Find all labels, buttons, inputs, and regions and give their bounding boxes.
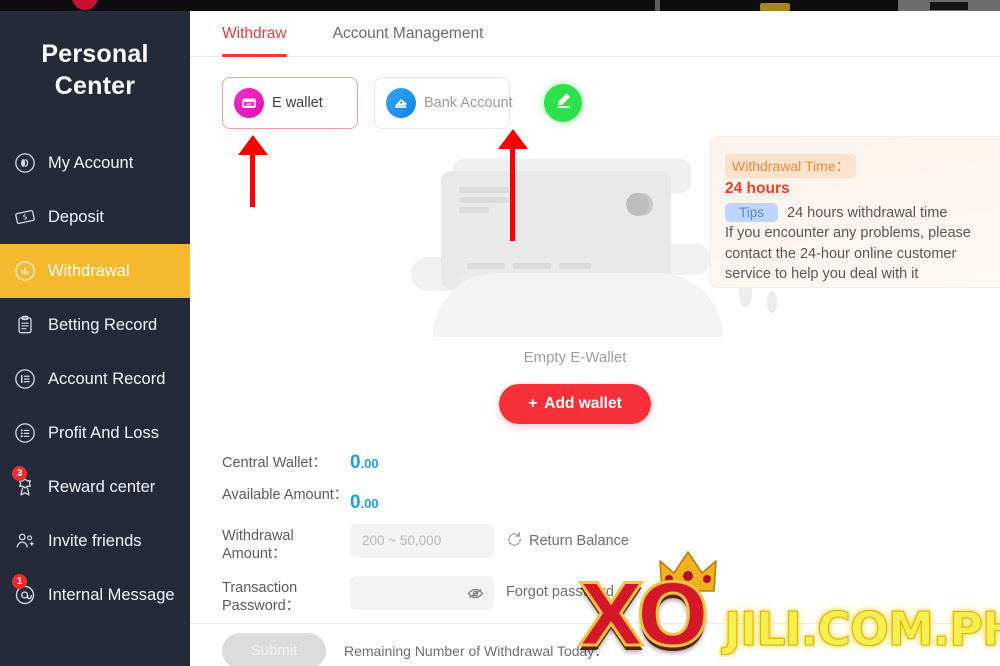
central-wallet-label: Central Wallet： xyxy=(222,455,328,471)
hill-shape xyxy=(433,273,723,337)
remaining-withdrawals-text: Remaining Number of Withdrawal Today： xyxy=(344,642,609,659)
bullets-icon xyxy=(14,422,36,444)
bank-card-icon xyxy=(386,88,416,118)
card-front-shape xyxy=(441,171,671,289)
transaction-password-label: Transaction Password： xyxy=(222,579,301,615)
tips-body-text: If you encounter any problems, please co… xyxy=(725,225,971,283)
sidebar-item-withdrawal[interactable]: Withdrawal xyxy=(0,244,190,298)
sidebar-item-label: Account Record xyxy=(48,369,166,388)
withdrawal-amount-label: Withdrawal Amount： xyxy=(222,527,294,563)
sidebar-item-profit-and-loss[interactable]: Profit And Loss xyxy=(0,406,190,460)
top-strip-gold-marker xyxy=(760,3,790,11)
tips-heading: Withdrawal Time： xyxy=(725,154,857,178)
withdrawal-amount-row: Withdrawal Amount： Return Balance xyxy=(222,523,882,564)
card-logo-dots xyxy=(607,193,653,216)
edit-wallet-button[interactable] xyxy=(544,84,582,122)
tab-withdraw[interactable]: Withdraw xyxy=(222,11,287,57)
central-wallet-row: Central Wallet： 0.00 xyxy=(222,451,882,473)
form-footer: Submit Remaining Number of Withdrawal To… xyxy=(190,623,1000,666)
personal-center-page: Personal Center My Account $ Deposit Wit… xyxy=(0,0,1000,666)
coins-icon xyxy=(14,152,36,174)
forgot-password-link[interactable]: Forgot password xyxy=(506,576,614,600)
ewallet-icon: ec xyxy=(234,88,264,118)
sidebar-item-label: Profit And Loss xyxy=(48,423,159,442)
wallet-type-bank-account[interactable]: Bank Account xyxy=(374,77,513,129)
sidebar-item-label: Withdrawal xyxy=(48,261,130,280)
sidebar-item-label: My Account xyxy=(48,153,134,172)
internal-message-badge: 1 xyxy=(12,574,27,589)
reward-center-badge: 3 xyxy=(12,466,27,481)
svg-text:$: $ xyxy=(22,212,29,222)
wallet-type-selector: ec E wallet Bank Account xyxy=(222,77,582,129)
pencil-icon xyxy=(553,90,574,116)
return-balance-label: Return Balance xyxy=(529,533,629,550)
empty-wallet-state: Empty E-Wallet + Add wallet xyxy=(385,151,777,424)
sidebar-item-invite-friends[interactable]: Invite friends xyxy=(0,514,190,568)
central-wallet-whole: 0 xyxy=(350,452,361,473)
main-content: Withdraw Account Management ec E wallet xyxy=(190,11,1000,666)
clipboard-icon xyxy=(14,314,36,336)
central-wallet-cents: .00 xyxy=(360,456,379,471)
chart-icon xyxy=(14,260,36,282)
tips-inline-text: 24 hours withdrawal time xyxy=(787,204,948,221)
transaction-password-row: Transaction Password： Forgot password xyxy=(222,575,882,616)
add-wallet-button[interactable]: + Add wallet xyxy=(499,384,651,424)
sidebar-nav: My Account $ Deposit Withdrawal Betting … xyxy=(0,136,190,622)
top-strip-dark-chip xyxy=(930,2,968,10)
refresh-icon xyxy=(506,531,523,552)
sidebar-item-label: Reward center xyxy=(48,477,156,496)
central-wallet-value: 0.00 xyxy=(350,451,379,472)
available-amount-whole: 0 xyxy=(350,491,361,513)
return-balance-button[interactable]: Return Balance xyxy=(506,524,629,552)
password-input-wrap xyxy=(350,575,494,610)
available-amount-cents: .00 xyxy=(360,495,379,511)
sidebar-item-label: Betting Record xyxy=(48,315,158,334)
withdrawal-amount-input[interactable] xyxy=(350,523,494,558)
top-strip-divider xyxy=(655,0,660,11)
eye-off-icon[interactable] xyxy=(467,585,484,607)
sidebar: Personal Center My Account $ Deposit Wit… xyxy=(0,11,190,666)
tab-bar: Withdraw Account Management xyxy=(190,11,1000,57)
submit-button[interactable]: Submit xyxy=(222,632,326,666)
users-icon xyxy=(14,530,36,552)
add-wallet-label: Add wallet xyxy=(544,395,622,412)
tips-row: Tips 24 hours withdrawal time xyxy=(725,203,1000,222)
arrow-to-bank-account xyxy=(498,129,528,241)
withdrawal-tips-panel: Withdrawal Time： 24 hours Tips 24 hours … xyxy=(710,136,1000,288)
tips-hours: 24 hours xyxy=(725,180,790,197)
sidebar-item-account-record[interactable]: Account Record xyxy=(0,352,190,406)
sidebar-item-label: Internal Message xyxy=(48,585,175,604)
sidebar-item-reward-center[interactable]: 3 Reward center xyxy=(0,460,190,514)
wallet-type-label: Bank Account xyxy=(424,95,513,111)
sidebar-item-label: Invite friends xyxy=(48,531,142,550)
available-amount-label: Available Amount： xyxy=(222,486,349,503)
wallet-type-e-wallet[interactable]: ec E wallet xyxy=(222,77,358,129)
empty-wallet-illustration xyxy=(411,151,777,341)
sidebar-item-my-account[interactable]: My Account xyxy=(0,136,190,190)
browser-top-strip xyxy=(0,0,1000,11)
arrow-to-ewallet xyxy=(238,135,268,207)
sidebar-title: Personal Center xyxy=(41,40,149,100)
sidebar-item-label: Deposit xyxy=(48,207,104,226)
empty-wallet-text: Empty E-Wallet xyxy=(523,349,627,366)
sidebar-item-betting-record[interactable]: Betting Record xyxy=(0,298,190,352)
list-icon xyxy=(14,368,36,390)
tab-account-management[interactable]: Account Management xyxy=(333,11,484,57)
available-amount-value: 0.00 xyxy=(350,483,379,512)
available-amount-row: Available Amount： 0.00 xyxy=(222,483,882,512)
svg-text:ec: ec xyxy=(246,101,252,106)
plus-icon: + xyxy=(528,395,538,412)
top-strip-red-marker xyxy=(72,0,98,10)
money-icon: $ xyxy=(14,206,36,228)
sidebar-item-deposit[interactable]: $ Deposit xyxy=(0,190,190,244)
sidebar-item-internal-message[interactable]: 1 Internal Message xyxy=(0,568,190,622)
tips-badge: Tips xyxy=(725,203,779,222)
wallet-type-label: E wallet xyxy=(272,95,323,111)
withdrawal-form: Central Wallet： 0.00 Available Amount： 0… xyxy=(222,451,882,620)
